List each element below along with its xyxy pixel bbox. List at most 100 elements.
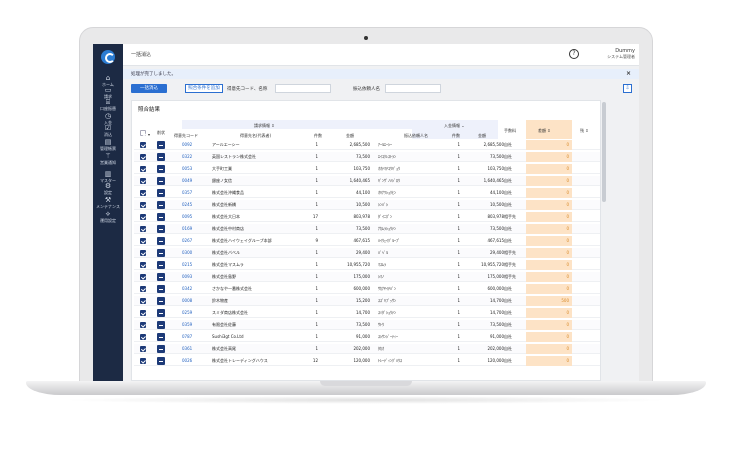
table-row[interactable]: 0 0215 株式会社マスムラ 1 10,955,720 ﾏｽﾑﾗ 1 10,955,720 相… (134, 260, 600, 270)
row-checkbox[interactable] (140, 262, 146, 268)
row-checkbox[interactable] (140, 298, 146, 304)
table-row[interactable]: 0 0049 銀座ノ女信 1 1,640,465 ｷﾞﾝｻﾞﾉﾒｼﾞﾛｳ 1 1,640,46… (134, 176, 600, 186)
row-collapse-button[interactable] (157, 189, 165, 197)
row-collapse-button[interactable] (157, 345, 165, 353)
diff-cell: 0 (526, 176, 572, 186)
cell-code[interactable]: 0359 (182, 322, 192, 327)
row-checkbox[interactable] (140, 358, 146, 364)
cell-code[interactable]: 0053 (182, 166, 192, 171)
cell-code[interactable]: 0259 (182, 310, 192, 315)
row-checkbox[interactable] (140, 190, 146, 196)
scrollbar[interactable] (602, 102, 606, 202)
sidebar-item-bank[interactable]: ⌸ 口座振替 (93, 98, 123, 111)
sidebar-item-settings[interactable]: ⚙ 設定 (93, 182, 123, 195)
sidebar-item-ops[interactable]: ⟡ 運用設定 (93, 210, 123, 223)
deposit-group-header[interactable]: 入金情報 ⌄ (444, 123, 465, 129)
cell-code[interactable]: 0787 (182, 334, 192, 339)
cell-code[interactable]: 0215 (182, 262, 192, 267)
row-collapse-button[interactable] (157, 249, 165, 257)
row-collapse-button[interactable] (157, 333, 165, 341)
cell-code[interactable]: 0267 (182, 238, 192, 243)
row-collapse-button[interactable] (157, 225, 165, 233)
row-checkbox[interactable] (140, 346, 146, 352)
user-menu[interactable]: Dummy システム管理者 (589, 48, 635, 60)
cell-code[interactable]: 0095 (182, 214, 192, 219)
download-icon[interactable]: ⇩ (623, 84, 632, 93)
col-extra[interactable]: 残 ⇕ (580, 128, 589, 134)
app-logo-icon[interactable] (101, 50, 115, 64)
table-row[interactable]: 0 0787 Sushi3gt Co.Ltd 1 91,000 ｽｼｻﾝｼﾞｰﾃｨｰ 1 91… (134, 332, 600, 342)
row-collapse-button[interactable] (157, 177, 165, 185)
bulk-clear-button[interactable]: 一括消込 (131, 84, 167, 93)
row-checkbox[interactable] (140, 142, 146, 148)
row-checkbox[interactable] (140, 250, 146, 256)
select-all-checkbox[interactable] (140, 130, 146, 136)
row-collapse-button[interactable] (157, 273, 165, 281)
table-row[interactable]: 0 0357 株式会社沖縄食品 1 44,100 ｵｷﾅﾜｼｮｸﾋﾝ 1 44,100 自社 (134, 188, 600, 198)
table-row[interactable]: 0 0093 株式会社島野 1 175,000 ｼﾏﾉ 1 175,000 相手先 (134, 272, 600, 282)
row-collapse-button[interactable] (157, 165, 165, 173)
row-checkbox[interactable] (140, 178, 146, 184)
cell-code[interactable]: 0008 (182, 298, 192, 303)
table-row[interactable]: 0 0359 有限会社佐藤 1 73,500 ｻﾄｳ 1 73,500 自社 (134, 320, 600, 330)
table-row[interactable]: 0 0092 アールエーシー 1 2,685,500 ｱｰﾙｴｰｼｰ 1 2,685,500 自… (134, 140, 600, 150)
table-row[interactable]: 0 0026 株式会社トレーディングハウス 12 120,000 ﾄﾚｰﾃﾞｨﾝｸﾞﾊｳｽ… (134, 356, 600, 366)
row-checkbox[interactable] (140, 214, 146, 220)
cell-code[interactable]: 0361 (182, 346, 192, 351)
cell-code[interactable]: 0026 (182, 358, 192, 363)
row-checkbox[interactable] (140, 166, 146, 172)
row-collapse-button[interactable] (157, 261, 165, 269)
cell-code[interactable]: 0245 (182, 202, 192, 207)
table-row[interactable]: 0 0259 スミダ商店株式会社 1 14,700 ｽﾐﾀﾞｼｮｳﾃﾝ 1 14,700 自社 (134, 308, 600, 318)
row-collapse-button[interactable] (157, 153, 165, 161)
sidebar-item-clear[interactable]: ☑ 消込 (93, 124, 123, 137)
table-row[interactable]: 500 0008 鈴木物産 1 15,200 ｽｽﾞｷﾌﾞｯｻﾝ 1 14,700 自社 (134, 296, 600, 306)
sidebar-item-ledger[interactable]: ▤ 管理帳票 (93, 138, 123, 151)
table-row[interactable]: 0 0095 株式会社大日本 17 803,978 ﾀﾞｲﾆﾎﾟﾝ 1 803,978 相手先 (134, 212, 600, 222)
add-condition-button[interactable]: 照合条件を追加 (185, 84, 223, 93)
row-collapse-button[interactable] (157, 297, 165, 305)
table-row[interactable]: 0 0322 英国レストラン株式会社 1 73,500 ｴｲｺｸﾚｽﾄﾗﾝ 1 73,500 自… (134, 152, 600, 162)
col-diff[interactable]: 差額 ⇕ (538, 128, 551, 134)
row-checkbox[interactable] (140, 334, 146, 340)
row-collapse-button[interactable] (157, 357, 165, 365)
row-collapse-button[interactable] (157, 309, 165, 317)
sidebar-item-maintenance[interactable]: ⚒ メンテナンス (93, 196, 123, 209)
cell-code[interactable]: 0357 (182, 190, 192, 195)
request-group-header[interactable]: 請求情報 ⇕ (254, 123, 275, 129)
table-row[interactable]: 0 0300 株式会社バベル 1 29,400 ﾊﾞﾍﾞﾙ 1 29,400 相手先 (134, 248, 600, 258)
row-collapse-button[interactable] (157, 285, 165, 293)
row-collapse-button[interactable] (157, 213, 165, 221)
select-menu-icon[interactable]: ▾ (148, 132, 150, 137)
cell-code[interactable]: 0300 (182, 250, 192, 255)
cell-code[interactable]: 0169 (182, 226, 192, 231)
help-icon[interactable]: ? (569, 49, 579, 59)
payer-filter-input[interactable] (385, 84, 441, 93)
row-checkbox[interactable] (140, 322, 146, 328)
sidebar-item-notice[interactable]: ⚚ 営業通知 (93, 152, 123, 165)
cell-code[interactable]: 0092 (182, 142, 192, 147)
row-checkbox[interactable] (140, 238, 146, 244)
row-collapse-button[interactable] (157, 321, 165, 329)
cell-code[interactable]: 0049 (182, 178, 192, 183)
table-row[interactable]: 0 0361 株式会社高尾 1 202,000 ﾀｶｵ 1 202,000 自社 (134, 344, 600, 354)
table-row[interactable]: 0 0245 株式会社新橋 1 10,500 ｼﾝﾊﾞｼ 1 10,500 自社 (134, 200, 600, 210)
table-row[interactable]: 0 0267 株式会社ハイウェイグループ本部 9 467,615 ﾊｲｳｪｲｸﾞﾙｰﾌﾟ 1… (134, 236, 600, 246)
close-icon[interactable]: × (626, 70, 631, 77)
table-row[interactable]: 0 0342 さかなや一番株式会社 1 600,000 ｻｶﾅﾔｲﾁﾊﾞﾝ 1 600,000… (134, 284, 600, 294)
cell-code[interactable]: 0342 (182, 286, 192, 291)
row-checkbox[interactable] (140, 286, 146, 292)
cell-code[interactable]: 0322 (182, 154, 192, 159)
row-checkbox[interactable] (140, 226, 146, 232)
row-checkbox[interactable] (140, 274, 146, 280)
row-collapse-button[interactable] (157, 141, 165, 149)
row-checkbox[interactable] (140, 310, 146, 316)
table-row[interactable]: 0 0169 株式会社中村商店 1 73,500 ﾅｶﾑﾗｼｮｳﾃﾝ 1 73,500 自社 (134, 224, 600, 234)
row-checkbox[interactable] (140, 202, 146, 208)
cell-code[interactable]: 0093 (182, 274, 192, 279)
row-checkbox[interactable] (140, 154, 146, 160)
table-row[interactable]: 0 0053 大手町工業 1 103,750 ｵｵﾃﾏﾁｺｳｷﾞｮｳ 1 103,750 自社 (134, 164, 600, 174)
customer-filter-input[interactable] (275, 84, 331, 93)
row-collapse-button[interactable] (157, 237, 165, 245)
row-collapse-button[interactable] (157, 201, 165, 209)
